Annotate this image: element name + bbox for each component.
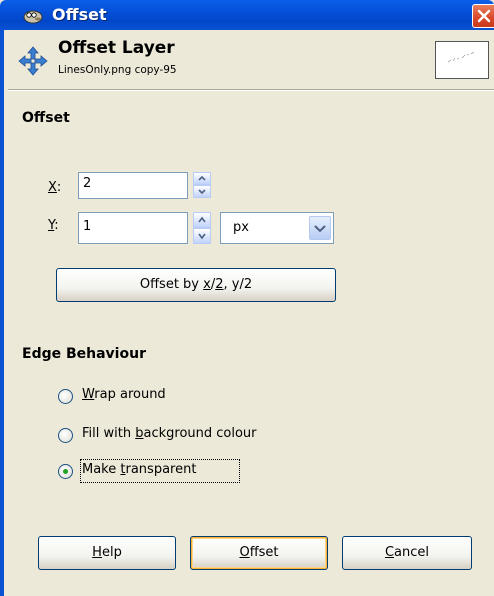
dialog-heading: Offset Layer <box>58 38 175 58</box>
cancel-button[interactable]: Cancel <box>342 536 472 570</box>
unit-select[interactable]: px <box>220 212 334 244</box>
layer-preview <box>435 41 489 79</box>
edge-behaviour-heading: Edge Behaviour <box>22 346 146 362</box>
fill-background-radio[interactable] <box>58 428 73 443</box>
help-button[interactable]: Help <box>38 536 176 570</box>
wrap-around-label[interactable]: Wrap around <box>82 387 166 402</box>
offset-half-button[interactable]: Offset by x/2, y/2 <box>56 268 336 302</box>
unit-value: px <box>233 220 249 235</box>
x-input[interactable]: 2 <box>78 172 188 199</box>
chevron-down-icon[interactable] <box>193 185 211 198</box>
wrap-around-radio[interactable] <box>58 389 73 404</box>
x-label: X: <box>48 180 62 195</box>
x-spin-buttons[interactable] <box>193 172 211 199</box>
close-icon <box>477 9 491 23</box>
make-transparent-label[interactable]: Make transparent <box>82 462 196 477</box>
offset-button[interactable]: Offset <box>190 536 328 570</box>
make-transparent-radio[interactable] <box>58 464 73 479</box>
window-frame <box>0 30 4 596</box>
fill-background-label[interactable]: Fill with background colour <box>82 426 257 441</box>
y-spin-buttons[interactable] <box>193 212 211 244</box>
radio-selected-dot <box>63 469 68 474</box>
gimp-icon <box>22 8 43 24</box>
dropdown-arrow-icon[interactable] <box>309 216 331 240</box>
chevron-down-icon[interactable] <box>193 228 211 244</box>
header-separator <box>8 89 494 91</box>
close-button[interactable] <box>472 4 494 28</box>
chevron-up-icon[interactable] <box>193 212 211 228</box>
chevron-up-icon[interactable] <box>193 172 211 185</box>
layer-name: LinesOnly.png copy-95 <box>58 64 177 76</box>
move-icon <box>18 46 48 76</box>
y-label: Y: <box>48 218 59 233</box>
title-bar[interactable]: Offset <box>0 0 494 30</box>
y-input[interactable]: 1 <box>78 212 188 244</box>
offset-heading: Offset <box>22 110 70 126</box>
window-title: Offset <box>52 5 107 24</box>
